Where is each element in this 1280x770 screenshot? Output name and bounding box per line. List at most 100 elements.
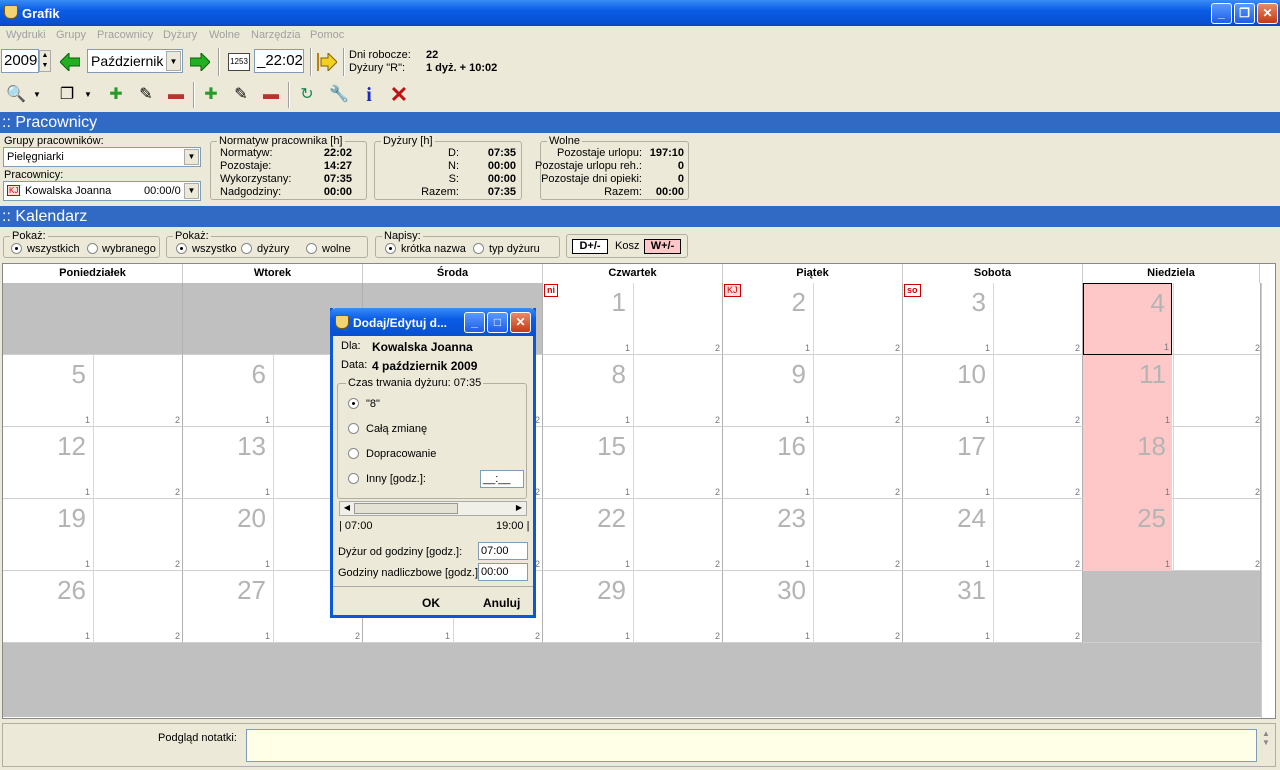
menu-wydruki[interactable]: Wydruki xyxy=(6,29,46,41)
next-month-arrow-icon[interactable] xyxy=(189,51,211,73)
year-input[interactable]: 2009 xyxy=(1,49,39,73)
go-arrow-icon[interactable] xyxy=(317,51,338,73)
shift-1-slot[interactable]: 20 1 xyxy=(183,499,272,571)
minimize-button[interactable]: _ xyxy=(1211,3,1232,24)
shift-2-slot[interactable]: 2 xyxy=(993,355,1082,427)
add-employee-icon[interactable]: ✚ xyxy=(198,82,224,108)
shift-2-slot[interactable]: 2 xyxy=(813,355,902,427)
calendar-day-cell[interactable]: 11 1 2 xyxy=(1083,355,1261,427)
shift-1-slot[interactable]: 3 1 so xyxy=(903,283,992,355)
shift-1-slot[interactable]: 22 1 xyxy=(543,499,632,571)
shift-2-slot[interactable]: 2 xyxy=(1173,499,1262,571)
calendar-day-cell[interactable]: 30 1 2 xyxy=(723,571,903,643)
calendar-day-cell[interactable]: 412 xyxy=(1083,283,1261,355)
shift-1-slot[interactable]: 19 1 xyxy=(3,499,92,571)
zoom-icon[interactable]: 🔍 xyxy=(3,82,29,108)
shift-2-slot[interactable]: 2 xyxy=(93,427,182,499)
shift-2-slot[interactable]: 2 xyxy=(1173,355,1262,427)
shift-1-slot[interactable]: 81 xyxy=(543,355,632,427)
calendar-day-cell[interactable]: 31 1 2 xyxy=(903,571,1083,643)
shift-2-slot[interactable]: 2 xyxy=(813,427,902,499)
shift-1-slot[interactable]: 24 1 xyxy=(903,499,992,571)
menu-pracownicy[interactable]: Pracownicy xyxy=(97,29,153,41)
shift-1-slot[interactable]: 11 1 xyxy=(1083,355,1172,427)
trash-label[interactable]: Kosz xyxy=(615,240,639,252)
shift-2-slot[interactable]: 2 xyxy=(1173,427,1262,499)
shift-2-slot[interactable]: 2 xyxy=(633,283,722,355)
time-slider[interactable]: ◀ ▶ xyxy=(339,501,527,516)
calendar-day-cell[interactable]: 22 1 2 xyxy=(543,499,723,571)
prev-month-arrow-icon[interactable] xyxy=(59,51,81,73)
labels-type-radio[interactable] xyxy=(473,243,484,254)
option-full-shift-radio[interactable] xyxy=(348,423,359,434)
shift-1-slot[interactable]: 27 1 xyxy=(183,571,272,643)
calendar-day-cell[interactable] xyxy=(1083,571,1261,643)
shift-1-slot[interactable]: 30 1 xyxy=(723,571,812,643)
shift-2-slot[interactable]: 2 xyxy=(633,571,722,643)
other-hours-input[interactable]: __:__ xyxy=(480,470,524,488)
calendar-day-cell[interactable]: 2 1 KJ 2 xyxy=(723,283,903,355)
group-select[interactable]: Pielęgniarki ▼ xyxy=(3,147,201,167)
menu-wolne[interactable]: Wolne xyxy=(209,29,240,41)
shift-1-slot[interactable]: 2 1 KJ xyxy=(723,283,812,355)
overtime-input[interactable]: 00:00 xyxy=(478,563,528,581)
month-select[interactable]: Październik ▼ xyxy=(87,49,183,73)
show-duty-radio[interactable] xyxy=(241,243,252,254)
shift-2-slot[interactable]: 2 xyxy=(93,355,182,427)
exit-icon[interactable]: ✕ xyxy=(386,82,412,108)
shift-1-slot[interactable]: 23 1 xyxy=(723,499,812,571)
copy-dropdown-icon[interactable]: ▼ xyxy=(84,90,92,99)
dialog-minimize-button[interactable]: _ xyxy=(464,312,485,333)
calendar-day-cell[interactable]: 812 xyxy=(543,355,723,427)
note-scrollbar[interactable]: ▲ ▼ xyxy=(1259,729,1273,762)
calendar-day-cell[interactable]: 512 xyxy=(3,355,183,427)
delete-employee-icon[interactable]: ▬ xyxy=(258,82,284,108)
info-icon[interactable]: i xyxy=(356,82,382,108)
calendar-day-cell[interactable] xyxy=(3,283,183,355)
close-button[interactable]: ✕ xyxy=(1257,3,1278,24)
calendar-day-cell[interactable]: 23 1 2 xyxy=(723,499,903,571)
shift-1-slot[interactable]: 16 1 xyxy=(723,427,812,499)
calendar-day-cell[interactable]: 1 1 ni 2 xyxy=(543,283,723,355)
option-other-radio[interactable] xyxy=(348,473,359,484)
shift-1-slot[interactable]: 41 xyxy=(1083,283,1172,355)
shift-1-slot[interactable]: 17 1 xyxy=(903,427,992,499)
calendar-day-cell[interactable]: 17 1 2 xyxy=(903,427,1083,499)
option-8-radio[interactable] xyxy=(348,398,359,409)
calendar-day-cell[interactable]: 912 xyxy=(723,355,903,427)
shift-1-slot[interactable]: 29 1 xyxy=(543,571,632,643)
calendar-day-cell[interactable]: 12 1 2 xyxy=(3,427,183,499)
edit-group-icon[interactable]: ✎ xyxy=(133,82,159,108)
calendar-day-cell[interactable]: 10 1 2 xyxy=(903,355,1083,427)
copy-icon[interactable]: ❐ xyxy=(54,82,80,108)
menu-dyzury[interactable]: Dyżury xyxy=(163,29,197,41)
shift-2-slot[interactable]: 2 xyxy=(993,427,1082,499)
slider-left-arrow-icon[interactable]: ◀ xyxy=(341,503,353,514)
shift-1-slot[interactable]: 18 1 xyxy=(1083,427,1172,499)
calendar-day-cell[interactable]: 16 1 2 xyxy=(723,427,903,499)
shift-2-slot[interactable]: 2 xyxy=(633,355,722,427)
shift-2-slot[interactable]: 2 xyxy=(813,283,902,355)
calendar-day-cell[interactable]: 25 1 2 xyxy=(1083,499,1261,571)
calendar-day-cell[interactable]: 3 1 so 2 xyxy=(903,283,1083,355)
note-preview-box[interactable] xyxy=(246,729,1257,762)
shift-1-slot[interactable]: 10 1 xyxy=(903,355,992,427)
show-all-radio[interactable] xyxy=(11,243,22,254)
shift-1-slot[interactable]: 1 1 ni xyxy=(543,283,632,355)
refresh-icon[interactable]: ↻ xyxy=(294,82,320,108)
shift-2-slot[interactable]: 2 xyxy=(993,571,1082,643)
cancel-button[interactable]: Anuluj xyxy=(483,596,520,610)
shift-2-slot[interactable]: 2 xyxy=(813,499,902,571)
menu-grupy[interactable]: Grupy xyxy=(56,29,86,41)
slider-thumb[interactable] xyxy=(354,503,458,514)
calendar-icon[interactable]: 1253 xyxy=(228,53,250,71)
calendar-day-cell[interactable]: 24 1 2 xyxy=(903,499,1083,571)
calendar-day-cell[interactable]: 29 1 2 xyxy=(543,571,723,643)
slider-right-arrow-icon[interactable]: ▶ xyxy=(513,503,525,514)
calendar-day-cell[interactable]: 15 1 2 xyxy=(543,427,723,499)
show-free-radio[interactable] xyxy=(306,243,317,254)
calendar-scrollbar[interactable] xyxy=(1261,283,1275,718)
shift-1-slot[interactable]: 15 1 xyxy=(543,427,632,499)
shift-1-slot[interactable]: 26 1 xyxy=(3,571,92,643)
shift-1-slot[interactable]: 51 xyxy=(3,355,92,427)
